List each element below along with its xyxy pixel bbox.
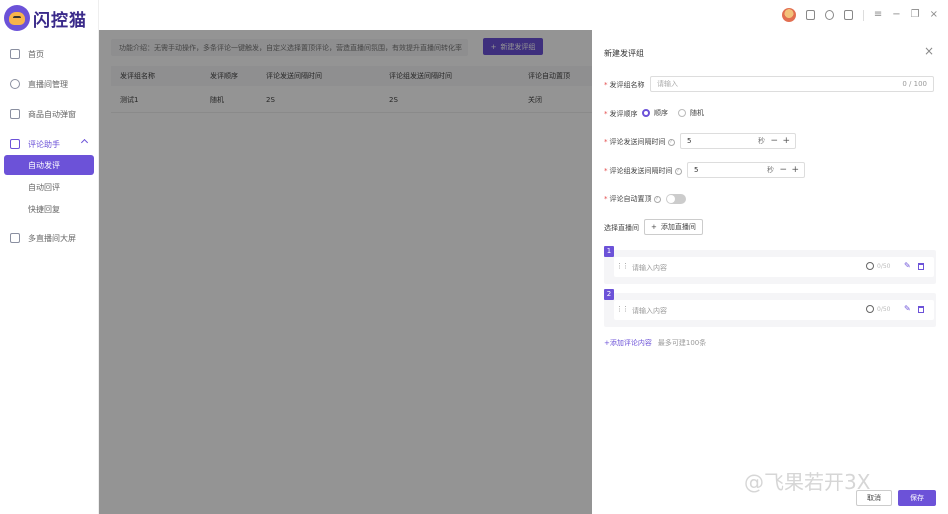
minus-icon[interactable]: −: [779, 165, 787, 175]
sidebar-item-label: 多直播间大屏: [28, 233, 76, 243]
room-label: 选择直播间: [604, 224, 639, 232]
sidebar-subitem-label: 自动回评: [28, 182, 60, 192]
group-name-input[interactable]: 请输入 0 / 100: [650, 76, 934, 92]
stepper-value: 5: [694, 166, 699, 174]
comment-item: 2 ⋮⋮ 请输入内容 0/50 ✎: [604, 289, 936, 327]
clipboard-icon[interactable]: [805, 10, 815, 20]
sidebar: 闪控猫 首页 直播间管理 商品自动弹窗 评论助手 自动发评 自动回评 快捷回复 …: [0, 0, 99, 514]
comment-input[interactable]: ⋮⋮ 请输入内容 0/50 ✎: [614, 257, 934, 277]
add-room-label: 添加直播间: [660, 223, 696, 231]
group-name-count: 0 / 100: [902, 80, 927, 88]
comment-interval-stepper[interactable]: 5 秒 − +: [680, 133, 796, 149]
chevron-up-icon: [80, 138, 89, 147]
stepper-unit: 秒: [767, 166, 774, 174]
delete-icon[interactable]: [918, 263, 924, 270]
restore-icon[interactable]: ❐: [911, 10, 920, 20]
comment-interval-label: * 评论发送间隔时间?: [604, 137, 675, 147]
app-name: 闪控猫: [33, 10, 87, 31]
new-group-drawer: 新建发评组 × * 发评组名称 请输入 0 / 100 * 发评顺序 顺序 随机 *…: [592, 38, 948, 514]
user-icon: [10, 79, 20, 89]
delete-icon[interactable]: [918, 306, 924, 313]
home-icon: [10, 49, 20, 59]
sidebar-item-label: 评论助手: [28, 139, 60, 149]
emoji-icon[interactable]: [866, 262, 874, 270]
sidebar-subitem-auto-reply[interactable]: 自动回评: [4, 177, 94, 197]
screen-icon: [10, 233, 20, 243]
help-icon: ?: [653, 195, 661, 203]
stepper-unit: 秒: [758, 137, 765, 145]
comment-placeholder: 请输入内容: [632, 307, 667, 315]
sidebar-item-multi-room-screen[interactable]: 多直播间大屏: [0, 228, 99, 248]
radio-label: 随机: [690, 109, 704, 117]
sidebar-item-label: 商品自动弹窗: [28, 109, 76, 119]
add-comment-link[interactable]: +添加评论内容 最多可建100条: [604, 338, 706, 348]
sidebar-subitem-label: 快捷回复: [28, 204, 60, 214]
avatar[interactable]: [781, 8, 796, 22]
edit-icon[interactable]: [843, 10, 853, 20]
radio-dot: [678, 109, 686, 117]
minus-icon[interactable]: −: [770, 136, 778, 146]
sidebar-subitem-auto-comment[interactable]: 自动发评: [4, 155, 94, 175]
comment-index: 2: [604, 289, 614, 300]
save-button[interactable]: 保存: [898, 490, 936, 506]
radio-dot: [642, 109, 650, 117]
help-icon: ?: [667, 138, 675, 146]
sidebar-item-live-room[interactable]: 直播间管理: [0, 74, 99, 94]
watermark: @飞果若开3X: [744, 470, 871, 494]
sidebar-subitem-label: 自动发评: [28, 160, 60, 170]
sidebar-item-label: 直播间管理: [28, 79, 68, 89]
app-logo: 闪控猫: [4, 5, 87, 31]
drawer-title: 新建发评组: [604, 49, 644, 58]
stepper-value: 5: [687, 137, 692, 145]
group-name-placeholder: 请输入: [657, 80, 678, 88]
sidebar-item-home[interactable]: 首页: [0, 44, 99, 64]
sidebar-item-comment-assistant[interactable]: 评论助手: [0, 134, 99, 154]
modal-overlay[interactable]: [99, 30, 592, 514]
menu-icon[interactable]: ≡: [874, 10, 882, 20]
comment-index: 1: [604, 246, 614, 257]
help-icon: ?: [674, 167, 682, 175]
add-comment-hint: 最多可建100条: [657, 339, 707, 347]
auto-top-label: * 评论自动置顶?: [604, 194, 661, 204]
chat-icon: [10, 139, 20, 149]
plus-icon[interactable]: +: [782, 136, 790, 146]
drag-handle-icon[interactable]: ⋮⋮: [616, 305, 629, 313]
comment-placeholder: 请输入内容: [632, 264, 667, 272]
comment-count: 0/50: [877, 306, 891, 313]
add-comment-label: 添加评论内容: [609, 339, 652, 347]
sidebar-subitem-quick-reply[interactable]: 快捷回复: [4, 199, 94, 219]
plus-icon: +: [651, 223, 657, 231]
add-room-button[interactable]: + 添加直播间: [644, 219, 703, 235]
cat-logo-icon: [4, 5, 30, 31]
plus-icon[interactable]: +: [791, 165, 799, 175]
comment-item: 1 ⋮⋮ 请输入内容 0/50 ✎: [604, 246, 936, 284]
order-radio-sequential[interactable]: 顺序: [642, 108, 668, 118]
popup-icon: [10, 109, 20, 119]
pin-icon[interactable]: ✎: [904, 304, 911, 313]
comment-count: 0/50: [877, 263, 891, 270]
pin-icon[interactable]: ✎: [904, 261, 911, 270]
emoji-icon[interactable]: [866, 305, 874, 313]
order-radio-random[interactable]: 随机: [678, 108, 704, 118]
group-interval-label: * 评论组发送间隔时间?: [604, 166, 682, 176]
group-interval-stepper[interactable]: 5 秒 − +: [687, 162, 805, 178]
close-window-icon[interactable]: ×: [930, 10, 938, 20]
comment-input[interactable]: ⋮⋮ 请输入内容 0/50 ✎: [614, 300, 934, 320]
sidebar-item-product-popup[interactable]: 商品自动弹窗: [0, 104, 99, 124]
divider: [862, 9, 864, 21]
minimize-icon[interactable]: −: [892, 10, 900, 20]
order-label: * 发评顺序: [604, 110, 638, 118]
drag-handle-icon[interactable]: ⋮⋮: [616, 262, 629, 270]
group-name-label: * 发评组名称: [604, 81, 645, 89]
sidebar-item-label: 首页: [28, 49, 44, 59]
headset-icon[interactable]: [824, 10, 834, 20]
close-icon[interactable]: ×: [924, 45, 934, 57]
auto-top-toggle[interactable]: [666, 194, 686, 204]
top-bar: ≡ − ❐ ×: [99, 0, 948, 30]
radio-label: 顺序: [654, 109, 668, 117]
